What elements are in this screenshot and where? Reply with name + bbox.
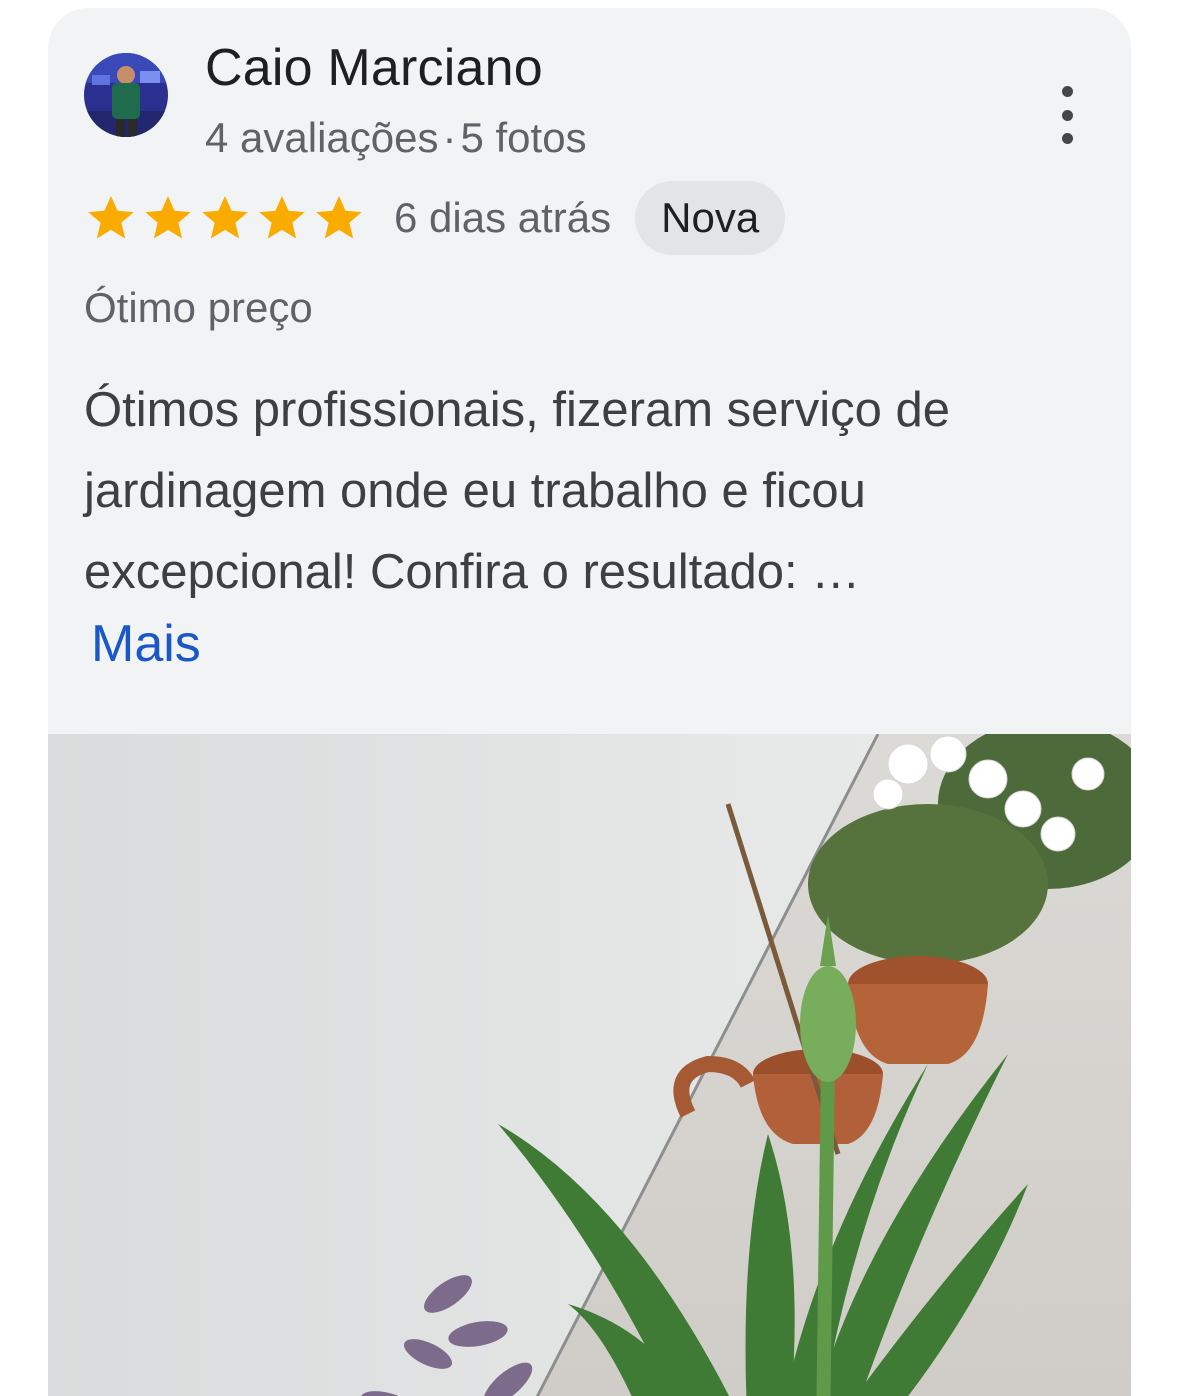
author-avatar[interactable] [84,53,168,137]
author-reviews-count: 4 avaliações [205,114,439,161]
meta-separator: · [442,114,457,161]
star-icon [316,195,362,239]
author-photos-count: 5 fotos [460,114,587,161]
star-rating [84,191,366,245]
review-tag: Ótimo preço [84,284,313,331]
star-icon [202,195,248,239]
author-meta[interactable]: 4 avaliações·5 fotos [205,114,587,162]
more-link[interactable]: Mais [91,614,201,674]
star-icon [145,195,191,239]
review-card: Caio Marciano 4 avaliações·5 fotos 6 dia… [48,8,1131,1396]
new-badge: Nova [635,181,786,255]
review-text: Ótimos profissionais, fizeram serviço de… [84,383,950,599]
review-time: 6 dias atrás [394,194,612,241]
review-photo[interactable] [48,734,1131,1396]
author-name[interactable]: Caio Marciano [205,38,543,98]
star-icon [259,195,305,239]
rating-row: 6 dias atrás Nova [84,180,786,256]
star-icon [88,195,134,239]
more-options-icon[interactable] [1055,86,1079,144]
